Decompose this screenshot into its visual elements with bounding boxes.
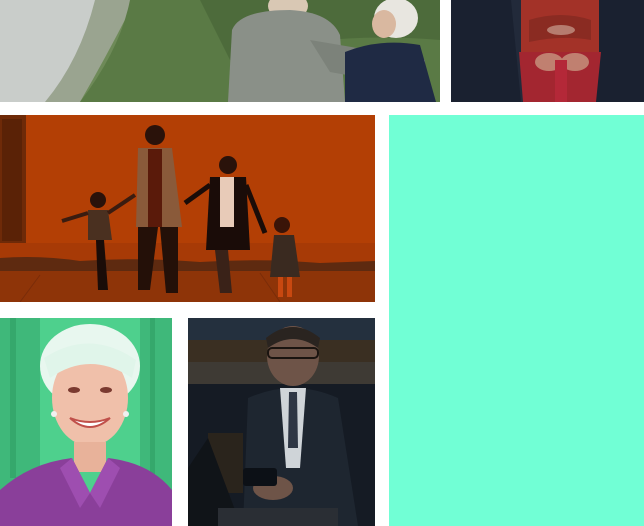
family-walking-photo[interactable] [0,115,375,302]
couple-coast-image [0,0,440,102]
graduate-gown-image [451,0,644,102]
couple-coast-photo[interactable] [0,0,440,102]
graduate-gown-photo[interactable] [451,0,644,102]
smiling-woman-image [0,318,172,526]
businessman-phone-image [188,318,375,526]
family-walking-image [0,115,375,302]
mint-color-block[interactable] [389,115,644,526]
smiling-woman-photo[interactable] [0,318,172,526]
businessman-phone-photo[interactable] [188,318,375,526]
